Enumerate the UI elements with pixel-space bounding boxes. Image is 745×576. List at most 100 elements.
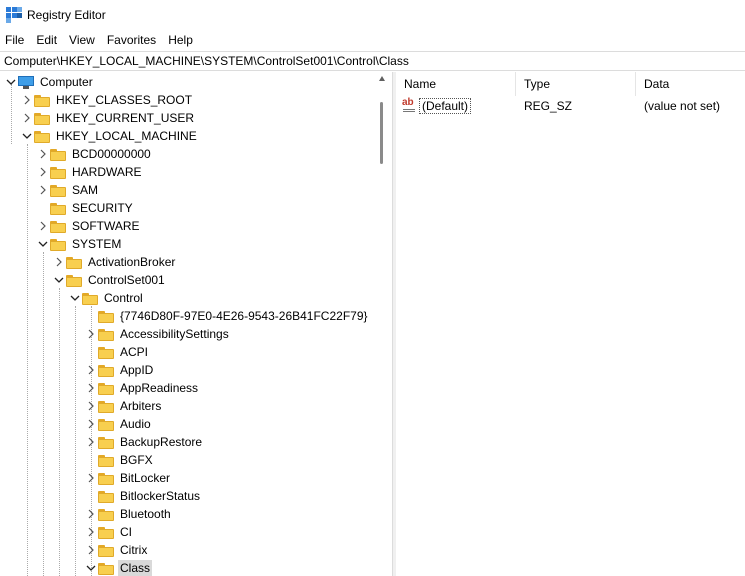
chevron-right-icon[interactable] (52, 253, 66, 271)
folder-icon (98, 418, 114, 431)
chevron-right-icon[interactable] (84, 361, 98, 379)
tree-node[interactable]: BitlockerStatus (84, 487, 202, 505)
column-header-type[interactable]: Type (516, 72, 636, 96)
tree-node-label: BackupRestore (120, 435, 203, 449)
folder-icon (66, 274, 82, 287)
chevron-down-icon[interactable] (36, 235, 50, 253)
chevron-down-icon[interactable] (84, 559, 98, 576)
tree-node[interactable]: ControlSet001 (52, 271, 167, 289)
address-input[interactable] (0, 52, 745, 70)
tree-node[interactable]: BitLocker (84, 469, 172, 487)
tree-node[interactable]: SECURITY (36, 199, 135, 217)
column-headers: Name Type Data (396, 72, 745, 96)
tree-node-label: Control (104, 291, 143, 305)
menu-file[interactable]: File (0, 30, 30, 50)
tree-node[interactable]: BackupRestore (84, 433, 204, 451)
folder-icon (98, 400, 114, 413)
tree-node[interactable]: AccessibilitySettings (84, 325, 231, 343)
tree-node-label: ControlSet001 (88, 273, 165, 287)
chevron-right-icon[interactable] (36, 181, 50, 199)
chevron-right-icon[interactable] (84, 469, 98, 487)
menu-help[interactable]: Help (162, 30, 199, 50)
expander-placeholder (84, 451, 98, 469)
folder-icon (98, 310, 114, 323)
value-type: REG_SZ (524, 99, 573, 113)
tree-node[interactable]: SAM (36, 181, 100, 199)
values-pane: Name Type Data ab (Default) REG_SZ (valu… (396, 72, 745, 576)
folder-icon (34, 130, 50, 143)
tree-node-label: BitLocker (120, 471, 171, 485)
tree-node-label: SECURITY (72, 201, 133, 215)
tree-node[interactable]: HKEY_CLASSES_ROOT (20, 91, 194, 109)
column-header-data[interactable]: Data (636, 72, 745, 96)
tree-node[interactable]: Class (84, 559, 153, 576)
tree-node[interactable]: {7746D80F-97E0-4E26-9543-26B41FC22F79} (84, 307, 370, 325)
chevron-right-icon[interactable] (36, 163, 50, 181)
chevron-right-icon[interactable] (84, 397, 98, 415)
scroll-thumb[interactable] (380, 102, 383, 164)
chevron-right-icon[interactable] (84, 433, 98, 451)
chevron-down-icon[interactable] (4, 73, 18, 91)
tree-node[interactable]: ActivationBroker (52, 253, 177, 271)
tree-node[interactable]: Citrix (84, 541, 149, 559)
expander-placeholder (84, 487, 98, 505)
value-name-cell: ab (Default) (396, 97, 516, 114)
chevron-down-icon[interactable] (52, 271, 66, 289)
tree-guide-line (27, 144, 28, 576)
tree-node[interactable]: SOFTWARE (36, 217, 142, 235)
tree-node[interactable]: BGFX (84, 451, 155, 469)
tree-node[interactable]: Computer (4, 73, 95, 91)
menu-edit[interactable]: Edit (30, 30, 63, 50)
chevron-right-icon[interactable] (36, 217, 50, 235)
chevron-right-icon[interactable] (20, 109, 34, 127)
tree-node[interactable]: Audio (84, 415, 153, 433)
tree-guide-line (59, 288, 60, 576)
scroll-up-arrow-icon[interactable] (379, 76, 385, 81)
tree-node-label: HKEY_LOCAL_MACHINE (56, 129, 197, 143)
folder-icon (98, 382, 114, 395)
folder-icon (98, 544, 114, 557)
chevron-right-icon[interactable] (36, 145, 50, 163)
folder-icon (50, 202, 66, 215)
computer-icon (18, 75, 34, 89)
value-row[interactable]: ab (Default) REG_SZ (value not set) (396, 96, 745, 116)
tree-node-label: SYSTEM (72, 237, 122, 251)
registry-tree[interactable]: Computer HKEY_CLASSES_ROOT HKEY_CURRENT_US… (0, 72, 389, 576)
column-header-name[interactable]: Name (396, 72, 516, 96)
tree-node[interactable]: HKEY_CURRENT_USER (20, 109, 196, 127)
expander-placeholder (84, 343, 98, 361)
tree-node[interactable]: AppReadiness (84, 379, 200, 397)
tree-node[interactable]: BCD00000000 (36, 145, 153, 163)
chevron-right-icon[interactable] (84, 415, 98, 433)
chevron-right-icon[interactable] (84, 523, 98, 541)
chevron-right-icon[interactable] (84, 379, 98, 397)
tree-node[interactable]: SYSTEM (36, 235, 123, 253)
chevron-right-icon[interactable] (84, 505, 98, 523)
tree-node-label: BCD00000000 (72, 147, 151, 161)
tree-node[interactable]: ACPI (84, 343, 150, 361)
tree-node-label: BGFX (120, 453, 153, 467)
folder-icon (98, 454, 114, 467)
menu-view[interactable]: View (63, 30, 101, 50)
value-name: (Default) (419, 98, 472, 114)
tree-node-label: Arbiters (120, 399, 162, 413)
tree-node[interactable]: HKEY_LOCAL_MACHINE (20, 127, 199, 145)
value-data: (value not set) (644, 99, 721, 113)
tree-node[interactable]: CI (84, 523, 134, 541)
tree-guide-line (75, 306, 76, 576)
tree-node-label: SOFTWARE (72, 219, 140, 233)
chevron-right-icon[interactable] (84, 325, 98, 343)
chevron-down-icon[interactable] (20, 127, 34, 145)
chevron-right-icon[interactable] (20, 91, 34, 109)
tree-node[interactable]: AppID (84, 361, 155, 379)
tree-node[interactable]: Arbiters (84, 397, 163, 415)
folder-icon (66, 256, 82, 269)
chevron-right-icon[interactable] (84, 541, 98, 559)
tree-node[interactable]: HARDWARE (36, 163, 144, 181)
tree-node[interactable]: Bluetooth (84, 505, 173, 523)
chevron-down-icon[interactable] (68, 289, 82, 307)
tree-node[interactable]: Control (68, 289, 145, 307)
tree-scrollbar[interactable] (375, 72, 389, 576)
folder-icon (98, 472, 114, 485)
menu-favorites[interactable]: Favorites (101, 30, 162, 50)
